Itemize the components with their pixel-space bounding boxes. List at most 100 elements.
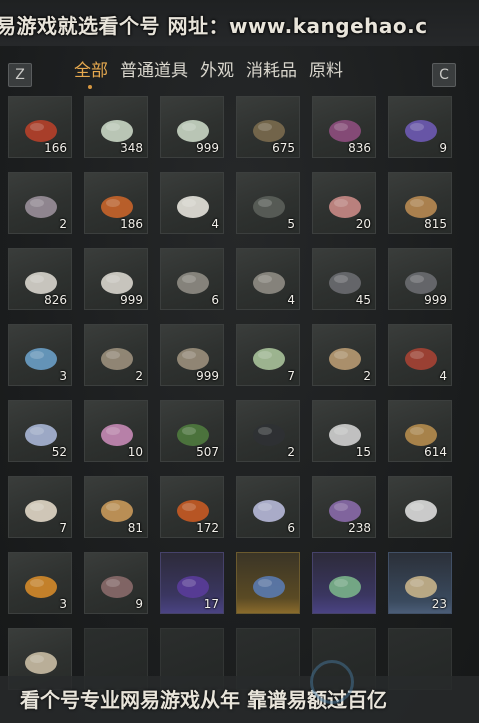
dark-feather-branch-icon (245, 179, 293, 225)
inventory-slot[interactable] (312, 552, 376, 614)
watermark-logo-icon (310, 660, 354, 704)
tab-general-items[interactable]: 普通道具 (114, 58, 194, 84)
inventory-slot[interactable]: 3 (8, 552, 72, 614)
inventory-screen: { "banner": { "text": "易游戏就选看个号 网址：", "u… (0, 0, 479, 723)
item-count: 9 (439, 141, 447, 155)
watermark-banner: 易游戏就选看个号 网址：www.kangehao.c (0, 0, 479, 46)
inventory-slot[interactable]: 507 (160, 400, 224, 462)
inventory-slot[interactable]: 999 (160, 324, 224, 386)
tab-consumables[interactable]: 消耗品 (240, 58, 303, 84)
next-tab-key[interactable]: C (432, 63, 456, 87)
lavender-herb-icon (397, 103, 445, 149)
category-tabs: 全部 普通道具 外观 消耗品 原料 (68, 58, 349, 84)
dried-flower-sprig-icon (17, 179, 65, 225)
inventory-slot[interactable]: 999 (388, 248, 452, 310)
inventory-slot[interactable]: 5 (236, 172, 300, 234)
active-tab-indicator (88, 85, 92, 89)
inventory-slot[interactable]: 675 (236, 96, 300, 158)
inventory-slot[interactable]: 9 (84, 552, 148, 614)
item-count: 507 (196, 445, 219, 459)
tab-appearance[interactable]: 外观 (194, 58, 240, 84)
blue-ore-icon (17, 331, 65, 377)
inventory-slot[interactable]: 2 (236, 400, 300, 462)
item-count: 5 (287, 217, 295, 231)
item-count: 3 (59, 369, 67, 383)
green-egg-icon (245, 331, 293, 377)
inventory-slot[interactable]: 815 (388, 172, 452, 234)
prev-tab-key[interactable]: Z (8, 63, 32, 87)
inventory-slot[interactable]: 4 (388, 324, 452, 386)
inventory-slot[interactable] (236, 552, 300, 614)
ribcage-bone-icon (93, 331, 141, 377)
inventory-slot[interactable]: 166 (8, 96, 72, 158)
inventory-slot[interactable]: 15 (312, 400, 376, 462)
inventory-slot[interactable]: 999 (84, 248, 148, 310)
item-count: 999 (424, 293, 447, 307)
item-count: 999 (120, 293, 143, 307)
black-feather-icon (245, 407, 293, 453)
item-count: 4 (439, 369, 447, 383)
item-count: 7 (59, 521, 67, 535)
item-count: 172 (196, 521, 219, 535)
inventory-slot[interactable]: 81 (84, 476, 148, 538)
inventory-slot[interactable]: 999 (160, 96, 224, 158)
item-count: 166 (44, 141, 67, 155)
white-blossom-icon (397, 483, 445, 529)
item-count: 17 (203, 597, 219, 611)
inventory-slot[interactable]: 7 (8, 476, 72, 538)
inventory-slot[interactable]: 186 (84, 172, 148, 234)
inventory-slot[interactable]: 6 (236, 476, 300, 538)
inventory-slot[interactable]: 826 (8, 248, 72, 310)
inventory-slot[interactable]: 23 (388, 552, 452, 614)
inventory-slot[interactable]: 348 (84, 96, 148, 158)
item-count: 675 (272, 141, 295, 155)
item-count: 2 (287, 445, 295, 459)
spider-lily-icon (245, 483, 293, 529)
item-count: 15 (355, 445, 371, 459)
rice-bowl-icon (17, 483, 65, 529)
item-count: 815 (424, 217, 447, 231)
inventory-slot[interactable]: 238 (312, 476, 376, 538)
tab-all[interactable]: 全部 (68, 58, 114, 84)
inventory-slot[interactable]: 3 (8, 324, 72, 386)
inventory-slot[interactable]: 2 (84, 324, 148, 386)
item-count: 3 (59, 597, 67, 611)
item-count: 9 (135, 597, 143, 611)
inventory-slot[interactable]: 172 (160, 476, 224, 538)
inventory-slot[interactable]: 4 (236, 248, 300, 310)
wrapped-bundle-icon (321, 331, 369, 377)
item-count: 999 (196, 369, 219, 383)
inventory-slot[interactable]: 836 (312, 96, 376, 158)
tab-materials[interactable]: 原料 (303, 58, 349, 84)
item-count: 6 (287, 521, 295, 535)
inventory-slot[interactable]: 52 (8, 400, 72, 462)
item-count: 2 (135, 369, 143, 383)
item-count: 4 (287, 293, 295, 307)
item-count: 6 (211, 293, 219, 307)
red-berry-sprig-icon (397, 331, 445, 377)
fish-icon (169, 255, 217, 301)
item-count: 614 (424, 445, 447, 459)
inventory-slot[interactable]: 9 (388, 96, 452, 158)
inventory-slot[interactable]: 20 (312, 172, 376, 234)
inventory-slot[interactable]: 2 (312, 324, 376, 386)
inventory-slot[interactable]: 614 (388, 400, 452, 462)
item-count: 45 (355, 293, 371, 307)
inventory-slot[interactable] (388, 476, 452, 538)
item-count: 238 (348, 521, 371, 535)
item-count: 7 (287, 369, 295, 383)
inventory-slot[interactable]: 2 (8, 172, 72, 234)
inventory-slot[interactable]: 7 (236, 324, 300, 386)
fish-icon (245, 255, 293, 301)
item-count: 2 (59, 217, 67, 231)
item-count: 23 (431, 597, 447, 611)
inventory-slot[interactable]: 45 (312, 248, 376, 310)
item-count: 10 (127, 445, 143, 459)
inventory-slot[interactable]: 17 (160, 552, 224, 614)
porcelain-jar-icon (245, 559, 293, 605)
inventory-slot[interactable]: 10 (84, 400, 148, 462)
inventory-slot[interactable]: 4 (160, 172, 224, 234)
inventory-slot[interactable]: 6 (160, 248, 224, 310)
root-bulb-icon (93, 559, 141, 605)
banknote-stack-icon (321, 559, 369, 605)
